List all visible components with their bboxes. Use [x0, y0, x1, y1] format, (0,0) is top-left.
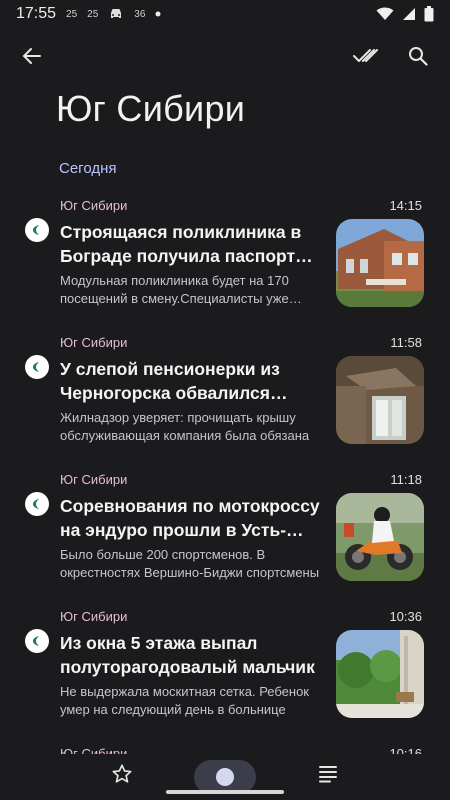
status-time: 17:55 — [16, 5, 57, 22]
source-logo-icon — [25, 629, 49, 653]
source-logo-icon — [25, 355, 49, 379]
back-arrow-icon — [22, 46, 42, 71]
page-title: Юг Сибири — [56, 88, 246, 129]
news-item[interactable]: Юг Сибири 11:58 У слепой пенсионерки из … — [0, 327, 450, 464]
source-logo-icon — [25, 492, 49, 516]
signal-icon — [402, 7, 416, 21]
news-source: Юг Сибири — [60, 198, 128, 213]
home-nav-button[interactable] — [194, 760, 256, 794]
gesture-handle[interactable] — [166, 790, 284, 794]
home-icon — [216, 768, 234, 786]
news-thumbnail — [336, 493, 424, 581]
news-time: 14:15 — [389, 198, 422, 213]
car-icon — [108, 7, 124, 21]
section-header-today: Сегодня — [59, 160, 117, 177]
status-indicator-2: 25 — [87, 8, 99, 20]
news-source: Юг Сибири — [60, 335, 128, 350]
back-button[interactable] — [12, 38, 52, 78]
news-title: Соревнования по мотокроссу на эндуро про… — [60, 496, 320, 540]
news-feed: Юг Сибири 14:15 Строящаяся поликлиника в… — [0, 190, 450, 778]
search-button[interactable] — [398, 38, 438, 78]
top-app-bar — [0, 36, 450, 80]
news-item[interactable]: Юг Сибири 14:15 Строящаяся поликлиника в… — [0, 190, 450, 327]
source-logo-icon — [25, 218, 49, 242]
status-indicator-1: 25 — [66, 8, 78, 20]
news-description: Жилнадзор уверяет: прочищать крышу обслу… — [60, 410, 310, 443]
news-description: Не выдержала москитная сетка. Ребенок ум… — [60, 684, 309, 717]
status-bar: 17:55 25 25 36 — [0, 0, 450, 28]
news-item[interactable]: Юг Сибири 10:36 Из окна 5 этажа выпал по… — [0, 601, 450, 738]
news-time: 11:18 — [390, 472, 422, 487]
news-description: Было больше 200 спортсменов. В окрестнос… — [60, 547, 320, 580]
star-icon — [111, 763, 133, 790]
status-indicator-3: 36 — [134, 8, 146, 20]
news-source: Юг Сибири — [60, 472, 128, 487]
news-item[interactable]: Юг Сибири 11:18 Соревнования по мотокрос… — [0, 464, 450, 601]
news-thumbnail — [336, 356, 424, 444]
search-icon — [408, 46, 428, 71]
news-source: Юг Сибири — [60, 609, 128, 624]
double-check-icon — [353, 47, 379, 70]
battery-icon — [424, 6, 434, 22]
news-thumbnail — [336, 219, 424, 307]
news-thumbnail — [336, 630, 424, 718]
news-title: Строящаяся поликлиника в Бограде получил… — [60, 222, 302, 266]
news-time: 11:58 — [390, 335, 422, 350]
news-description: Модульная поликлиника будет на 170 посещ… — [60, 273, 289, 306]
wifi-icon — [376, 7, 394, 21]
feeds-list-nav-button[interactable] — [310, 758, 346, 794]
news-title: У слепой пенсионерки из Черногорска обва… — [60, 359, 280, 403]
mark-all-read-button[interactable] — [346, 38, 386, 78]
list-icon — [318, 765, 338, 788]
favorites-nav-button[interactable] — [104, 758, 140, 794]
dot-icon — [155, 11, 161, 17]
news-time: 10:36 — [389, 609, 422, 624]
news-title: Из окна 5 этажа выпал полуторагодовалый … — [60, 633, 315, 677]
